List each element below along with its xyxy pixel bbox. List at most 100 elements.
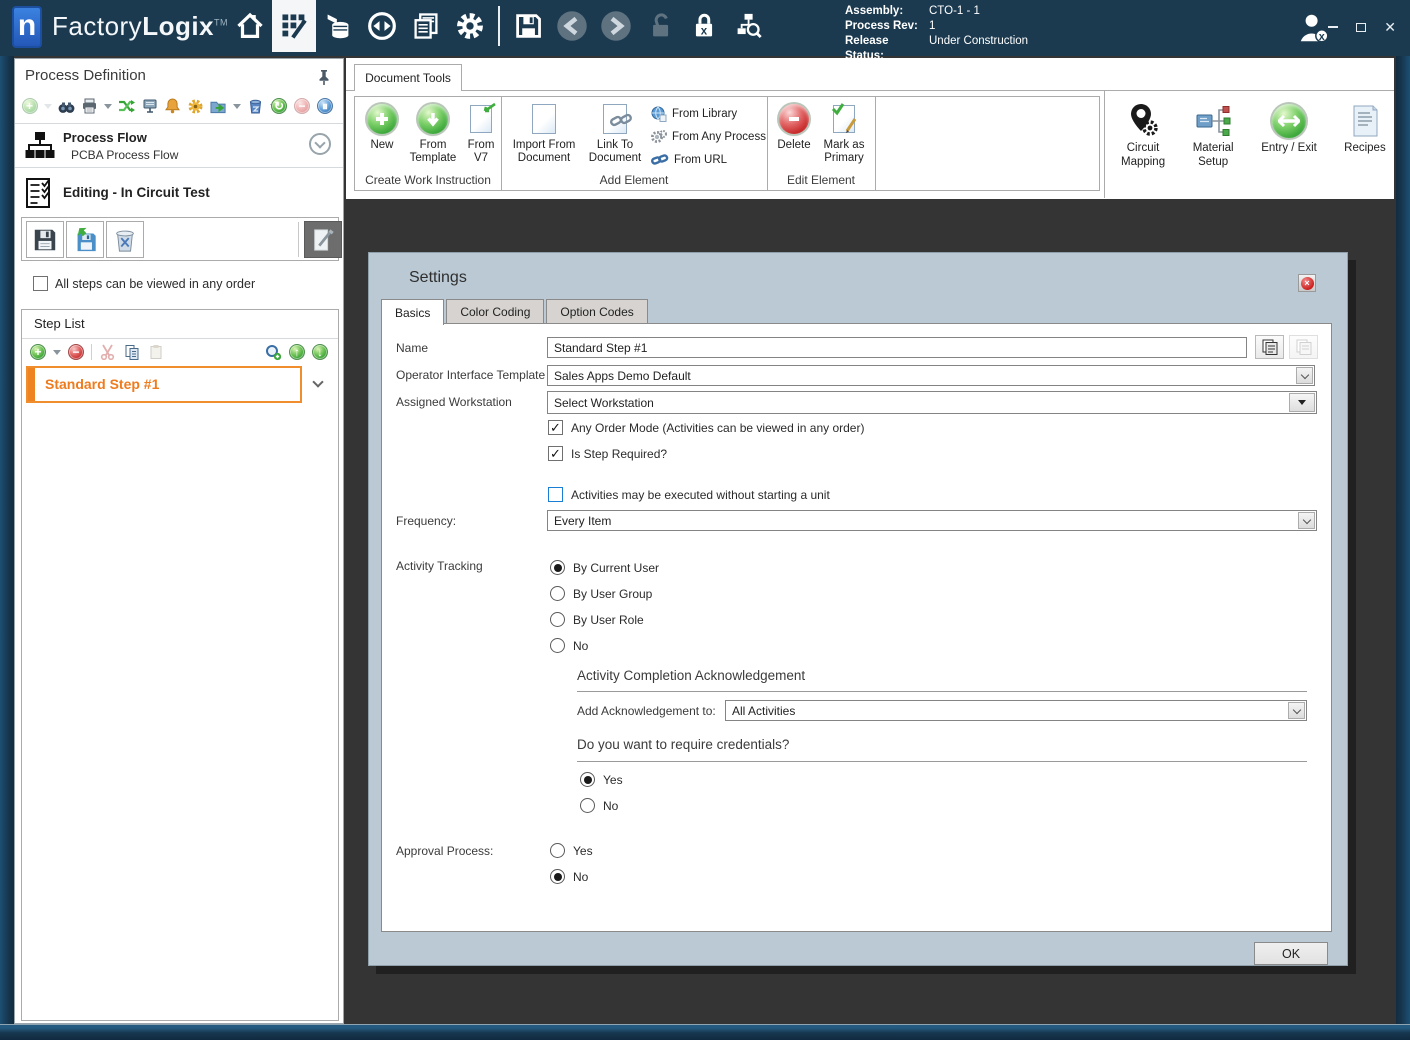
link-to-document-button[interactable]: Link To Document [583, 102, 647, 165]
radio-selected[interactable] [550, 560, 565, 575]
minimize-button[interactable] [1328, 26, 1339, 28]
forward-button[interactable] [594, 0, 638, 52]
shuffle-button[interactable] [118, 98, 135, 115]
credentials-yes[interactable]: Yes [580, 772, 623, 787]
remove-step-button[interactable]: − [68, 344, 84, 360]
step-expand-chevron[interactable] [312, 376, 324, 388]
mark-as-primary-button[interactable]: Mark as Primary [817, 102, 871, 165]
refresh-button[interactable]: ↻ [271, 98, 287, 114]
process-settings-button[interactable] [187, 98, 204, 115]
new-button[interactable]: New [361, 102, 403, 152]
material-setup-button[interactable]: Material Setup [1189, 101, 1237, 198]
expand-process-flow-button[interactable] [309, 133, 331, 155]
tracking-by-user-role[interactable]: By User Role [550, 612, 644, 627]
edit-mode-button[interactable] [304, 221, 342, 258]
template-select[interactable]: Sales Apps Demo Default [547, 365, 1315, 386]
notify-button[interactable] [164, 98, 181, 115]
chevron-down-icon[interactable] [1288, 702, 1305, 719]
radio[interactable] [550, 843, 565, 858]
pause-button[interactable]: ⏸ [317, 98, 333, 114]
settings-button[interactable] [448, 0, 492, 52]
workstation-dropdown-button[interactable] [1289, 393, 1315, 412]
export-dropdown-icon[interactable] [233, 103, 241, 109]
from-v7-button[interactable]: From V7 [463, 102, 499, 165]
any-order-checkbox[interactable]: ✓ [548, 420, 563, 435]
radio[interactable] [580, 798, 595, 813]
back-button[interactable] [550, 0, 594, 52]
stop-button[interactable]: − [294, 98, 310, 114]
zoom-step-button[interactable] [265, 344, 282, 361]
user-logout-button[interactable]: x [1296, 10, 1332, 49]
add-step-button[interactable]: + [30, 344, 46, 360]
print-button[interactable] [81, 98, 98, 115]
signoff-button[interactable] [141, 98, 158, 115]
tracking-by-user-group[interactable]: By User Group [550, 586, 652, 601]
step-list-item[interactable]: Standard Step #1 [26, 366, 302, 403]
name-input[interactable] [547, 337, 1247, 358]
from-template-button[interactable]: From Template [405, 102, 461, 165]
any-order-checkbox-row[interactable]: ✓ Any Order Mode (Activities can be view… [548, 420, 864, 435]
cut-button[interactable] [99, 344, 116, 361]
ok-button[interactable]: OK [1254, 942, 1328, 965]
materials-button[interactable] [316, 0, 360, 52]
save-button[interactable] [506, 0, 550, 52]
save-step-button[interactable] [26, 221, 64, 258]
order-checkbox-row[interactable]: All steps can be viewed in any order [33, 276, 255, 291]
add-dropdown-icon[interactable] [44, 103, 52, 109]
work-instructions-button[interactable] [272, 0, 316, 52]
tracking-no[interactable]: No [550, 638, 588, 653]
from-url-button[interactable]: From URL [651, 151, 727, 169]
radio[interactable] [550, 638, 565, 653]
copy-button[interactable] [123, 344, 140, 361]
dialog-close-button[interactable]: × [1298, 274, 1316, 292]
lock-cancel-button[interactable]: x [682, 0, 726, 52]
add-process-button[interactable]: + [21, 98, 38, 115]
workstation-combo[interactable]: Select Workstation [547, 391, 1317, 414]
credentials-no[interactable]: No [580, 798, 618, 813]
home-button[interactable] [228, 0, 272, 52]
recycle-button[interactable] [247, 98, 264, 115]
import-from-document-button[interactable]: Import From Document [509, 102, 579, 165]
add-step-dropdown-icon[interactable] [53, 349, 61, 355]
radio-selected[interactable] [550, 869, 565, 884]
entry-exit-button[interactable]: Entry / Exit [1259, 101, 1319, 198]
tab-document-tools[interactable]: Document Tools [354, 64, 462, 91]
approval-yes[interactable]: Yes [550, 843, 593, 858]
copy-name-button[interactable] [1255, 335, 1284, 359]
chevron-down-icon[interactable] [1298, 512, 1315, 529]
sync-button[interactable] [360, 0, 404, 52]
move-step-up-button[interactable]: ↑ [289, 344, 305, 360]
pin-button[interactable] [317, 69, 331, 88]
frequency-select[interactable]: Every Item [547, 510, 1317, 531]
tab-color-coding[interactable]: Color Coding [446, 299, 545, 324]
documents-button[interactable] [404, 0, 448, 52]
ack-select[interactable]: All Activities [725, 700, 1307, 721]
tracking-by-current-user[interactable]: By Current User [550, 560, 659, 575]
process-flow-row[interactable]: Process Flow PCBA Process Flow [15, 127, 343, 167]
paste-name-button[interactable] [1289, 335, 1318, 359]
paste-button[interactable] [147, 344, 164, 361]
order-checkbox[interactable] [33, 276, 48, 291]
print-dropdown-icon[interactable] [104, 103, 112, 109]
step-required-checkbox-row[interactable]: ✓ Is Step Required? [548, 446, 667, 461]
move-step-down-button[interactable]: ↓ [312, 344, 328, 360]
recipes-button[interactable]: Recipes [1341, 101, 1389, 198]
audit-button[interactable] [726, 0, 770, 52]
from-library-button[interactable]: From Library [651, 105, 737, 123]
delete-step-button[interactable] [106, 221, 144, 258]
export-button[interactable] [210, 98, 227, 115]
save-template-button[interactable] [66, 221, 104, 258]
radio[interactable] [550, 612, 565, 627]
no-unit-checkbox-row[interactable]: Activities may be executed without start… [548, 487, 830, 502]
unlock-button[interactable] [638, 0, 682, 52]
from-any-process-button[interactable]: From Any Process [651, 128, 766, 146]
tab-option-codes[interactable]: Option Codes [546, 299, 648, 324]
maximize-button[interactable] [1356, 22, 1367, 32]
delete-element-button[interactable]: Delete [773, 102, 815, 152]
no-unit-checkbox[interactable] [548, 487, 563, 502]
chevron-down-icon[interactable] [1296, 367, 1313, 384]
tab-basics[interactable]: Basics [381, 299, 445, 325]
approval-no[interactable]: No [550, 869, 588, 884]
radio[interactable] [550, 586, 565, 601]
step-required-checkbox[interactable]: ✓ [548, 446, 563, 461]
